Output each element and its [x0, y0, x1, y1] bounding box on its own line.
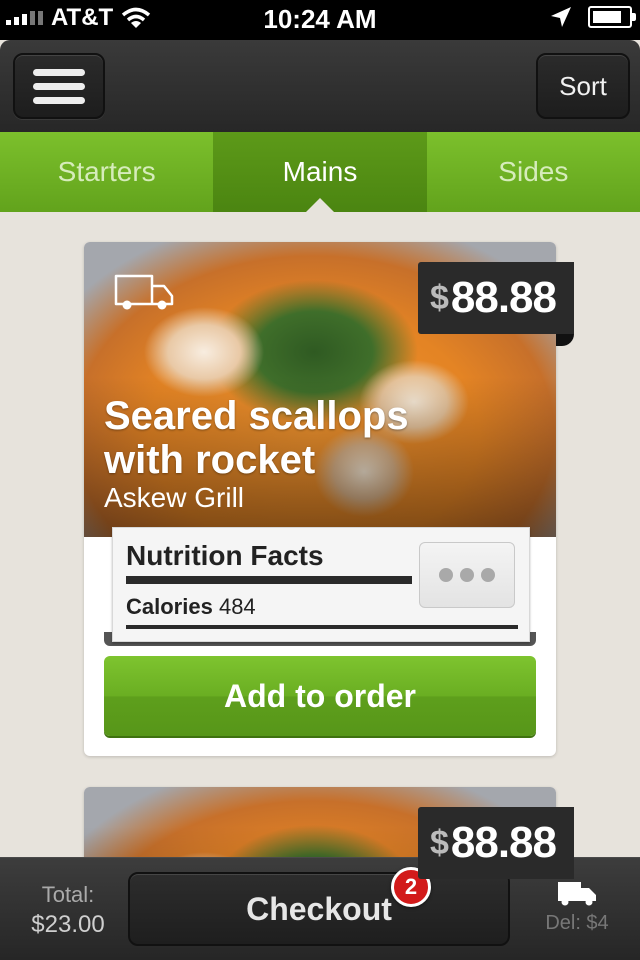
price-amount: 88.88: [450, 818, 557, 867]
hamburger-menu-icon: [33, 68, 85, 76]
status-right: [550, 6, 636, 28]
dish-title: Seared scallops with rocket: [104, 394, 409, 482]
tab-starters[interactable]: Starters: [0, 132, 213, 212]
nutrition-title: Nutrition Facts: [126, 540, 324, 571]
sort-button[interactable]: Sort: [536, 53, 630, 119]
price-tag: $ 88.88: [417, 262, 574, 334]
delivery-fee: Del: $4: [545, 912, 609, 934]
hamburger-line: [33, 96, 85, 104]
status-bar: AT&T 10:24 AM: [0, 0, 640, 40]
status-time: 10:24 AM: [263, 4, 377, 34]
delivery-truck-icon: [114, 274, 174, 310]
battery-icon: [588, 6, 636, 28]
order-total: Total: $23.00: [22, 880, 114, 940]
hamburger-line: [33, 82, 85, 90]
calories-label: Calories: [126, 594, 213, 619]
nutrition-panel[interactable]: Nutrition Facts Calories 484: [112, 527, 530, 642]
total-label: Total:: [41, 882, 95, 907]
price-currency: $: [429, 278, 449, 317]
more-button[interactable]: [419, 542, 515, 608]
checkout-button[interactable]: Checkout: [128, 872, 510, 946]
price-tag: $ 88.88: [417, 807, 574, 879]
price-amount: 88.88: [450, 273, 557, 322]
navigation-bar: Sort: [0, 40, 640, 132]
more-dot: [481, 568, 495, 582]
more-dot: [460, 568, 474, 582]
location-arrow-icon: [551, 7, 571, 27]
delivery-truck-icon: [558, 882, 596, 906]
tab-sides[interactable]: Sides: [427, 132, 640, 212]
delivery-info: Del: $4: [536, 880, 618, 935]
price-tag-fold: [556, 334, 574, 346]
nutrition-divider: [126, 576, 412, 584]
add-to-order-button[interactable]: Add to order: [104, 656, 536, 736]
calories-row: Calories 484: [126, 594, 256, 620]
total-value: $23.00: [31, 911, 105, 938]
nutrition-divider-bottom: [126, 625, 518, 629]
restaurant-name: Askew Grill: [104, 482, 245, 513]
dish-card[interactable]: $ 88.88 Seared scallops with rocket Aske…: [84, 242, 574, 756]
price-currency: $: [429, 823, 449, 862]
category-tabs: Starters Mains Sides: [0, 132, 640, 212]
tab-mains[interactable]: Mains: [213, 132, 427, 212]
more-dots-icon: [439, 568, 453, 582]
hamburger-menu-button[interactable]: [13, 53, 105, 119]
calories-value: 484: [218, 594, 256, 619]
